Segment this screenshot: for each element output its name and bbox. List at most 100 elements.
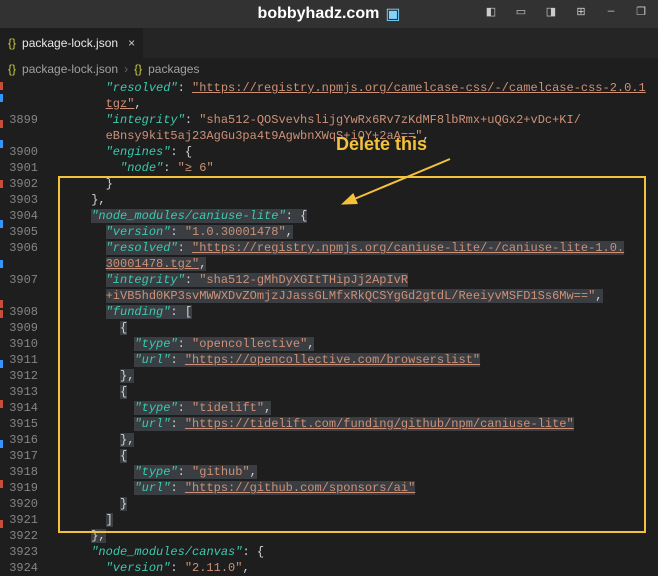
code-line[interactable]: 3905 "version": "1.0.30001478", <box>0 224 658 240</box>
breadcrumb[interactable]: {} package-lock.json › {} packages <box>0 58 658 80</box>
tab-package-lock[interactable]: {} package-lock.json × <box>0 28 143 58</box>
code-content[interactable]: 30001478.tgz", <box>48 257 658 271</box>
breadcrumb-node[interactable]: packages <box>148 62 199 76</box>
line-number: 3909 <box>0 321 48 335</box>
code-content[interactable]: { <box>48 449 658 463</box>
code-line[interactable]: 3917 { <box>0 448 658 464</box>
code-line[interactable]: 3912 }, <box>0 368 658 384</box>
code-line[interactable]: 3910 "type": "opencollective", <box>0 336 658 352</box>
code-line[interactable]: 3906 "resolved": "https://registry.npmjs… <box>0 240 658 256</box>
line-number: 3915 <box>0 417 48 431</box>
line-number: 3917 <box>0 449 48 463</box>
code-content[interactable]: "integrity": "sha512-QOSvevhslijgYwRx6Rv… <box>48 113 658 127</box>
window-title: bobbyhadz.com <box>258 5 380 23</box>
code-line[interactable]: 3899 "integrity": "sha512-QOSvevhslijgYw… <box>0 112 658 128</box>
tab-label: package-lock.json <box>22 36 118 50</box>
breadcrumb-file[interactable]: package-lock.json <box>22 62 118 76</box>
code-content[interactable]: }, <box>48 433 658 447</box>
code-line[interactable]: "resolved": "https://registry.npmjs.org/… <box>0 80 658 96</box>
code-content[interactable]: "funding": [ <box>48 305 658 319</box>
json-file-icon: {} <box>8 36 16 50</box>
code-content[interactable]: "url": "https://github.com/sponsors/ai" <box>48 481 658 495</box>
code-line[interactable]: 3913 { <box>0 384 658 400</box>
code-content[interactable]: } <box>48 497 658 511</box>
code-line[interactable]: tgz", <box>0 96 658 112</box>
line-number: 3921 <box>0 513 48 527</box>
code-line[interactable]: 30001478.tgz", <box>0 256 658 272</box>
titlebar: bobbyhadz.com ▣ ◧ ▭ ◨ ⊞ — ❐ <box>0 0 658 28</box>
layout-toggle-layout-icon[interactable]: ⊞ <box>570 2 592 22</box>
title-controls: ◧ ▭ ◨ ⊞ — ❐ <box>480 2 652 22</box>
line-number: 3914 <box>0 401 48 415</box>
code-line[interactable]: 3916 }, <box>0 432 658 448</box>
close-icon[interactable]: × <box>128 36 135 50</box>
code-lines[interactable]: "resolved": "https://registry.npmjs.org/… <box>0 80 658 576</box>
line-number: 3912 <box>0 369 48 383</box>
line-number: 3900 <box>0 145 48 159</box>
line-number: 3906 <box>0 241 48 255</box>
code-content[interactable]: "integrity": "sha512-gMhDyXGItTHipJj2ApI… <box>48 273 658 287</box>
code-line[interactable]: 3908 "funding": [ <box>0 304 658 320</box>
layout-toggle-panel-icon[interactable]: ▭ <box>510 2 532 22</box>
code-content[interactable]: "type": "tidelift", <box>48 401 658 415</box>
code-content[interactable]: "version": "2.11.0", <box>48 561 658 575</box>
code-content[interactable]: "url": "https://tidelift.com/funding/git… <box>48 417 658 431</box>
line-number: 3911 <box>0 353 48 367</box>
code-line[interactable]: 3909 { <box>0 320 658 336</box>
line-number: 3902 <box>0 177 48 191</box>
code-line[interactable]: 3918 "type": "github", <box>0 464 658 480</box>
line-number: 3913 <box>0 385 48 399</box>
code-line[interactable]: +iVB5hd0KP3svMWWXDvZOmjzJJassGLMfxRkQCSY… <box>0 288 658 304</box>
cube-icon: ▣ <box>385 4 400 24</box>
code-line[interactable]: 3914 "type": "tidelift", <box>0 400 658 416</box>
code-line[interactable]: 3902 } <box>0 176 658 192</box>
line-number: 3899 <box>0 113 48 127</box>
layout-toggle-secondary-icon[interactable]: ◨ <box>540 2 562 22</box>
code-content[interactable]: tgz", <box>48 97 658 111</box>
line-number: 3923 <box>0 545 48 559</box>
chevron-right-icon: › <box>124 62 128 76</box>
code-line[interactable]: 3900 "engines": { <box>0 144 658 160</box>
code-line[interactable]: 3922 }, <box>0 528 658 544</box>
line-number: 3918 <box>0 465 48 479</box>
code-line[interactable]: 3924 "version": "2.11.0", <box>0 560 658 576</box>
code-content[interactable]: +iVB5hd0KP3svMWWXDvZOmjzJJassGLMfxRkQCSY… <box>48 289 658 303</box>
code-line[interactable]: eBnsy9kit5aj23AgGu3pa4t9AgwbnXWqS+iOY+2a… <box>0 128 658 144</box>
code-content[interactable]: "url": "https://opencollective.com/brows… <box>48 353 658 367</box>
code-content[interactable]: }, <box>48 529 658 543</box>
line-number: 3901 <box>0 161 48 175</box>
code-line[interactable]: 3907 "integrity": "sha512-gMhDyXGItTHipJ… <box>0 272 658 288</box>
code-content[interactable]: "type": "opencollective", <box>48 337 658 351</box>
code-content[interactable]: "type": "github", <box>48 465 658 479</box>
annotation-label: Delete this <box>336 134 427 155</box>
code-line[interactable]: 3923 "node_modules/canvas": { <box>0 544 658 560</box>
code-line[interactable]: 3903 }, <box>0 192 658 208</box>
code-content[interactable]: ] <box>48 513 658 527</box>
code-line[interactable]: 3921 ] <box>0 512 658 528</box>
line-number: 3903 <box>0 193 48 207</box>
line-number: 3922 <box>0 529 48 543</box>
code-line[interactable]: 3919 "url": "https://github.com/sponsors… <box>0 480 658 496</box>
code-content[interactable]: "version": "1.0.30001478", <box>48 225 658 239</box>
line-number: 3910 <box>0 337 48 351</box>
code-line[interactable]: 3915 "url": "https://tidelift.com/fundin… <box>0 416 658 432</box>
json-file-icon: {} <box>8 62 16 76</box>
code-line[interactable]: 3920 } <box>0 496 658 512</box>
line-number: 3907 <box>0 273 48 287</box>
code-content[interactable]: { <box>48 321 658 335</box>
line-number: 3924 <box>0 561 48 575</box>
minimize-button[interactable]: — <box>600 2 622 22</box>
layout-toggle-primary-icon[interactable]: ◧ <box>480 2 502 22</box>
code-line[interactable]: 3904 "node_modules/caniuse-lite": { <box>0 208 658 224</box>
code-content[interactable]: "resolved": "https://registry.npmjs.org/… <box>48 241 658 255</box>
code-content[interactable]: }, <box>48 369 658 383</box>
line-number: 3916 <box>0 433 48 447</box>
code-content[interactable]: { <box>48 385 658 399</box>
code-content[interactable]: "node_modules/canvas": { <box>48 545 658 559</box>
maximize-button[interactable]: ❐ <box>630 2 652 22</box>
code-editor[interactable]: "resolved": "https://registry.npmjs.org/… <box>0 80 658 551</box>
code-line[interactable]: 3911 "url": "https://opencollective.com/… <box>0 352 658 368</box>
code-content[interactable]: "resolved": "https://registry.npmjs.org/… <box>48 81 658 95</box>
code-line[interactable]: 3901 "node": "≥ 6" <box>0 160 658 176</box>
brace-icon: {} <box>134 62 142 76</box>
